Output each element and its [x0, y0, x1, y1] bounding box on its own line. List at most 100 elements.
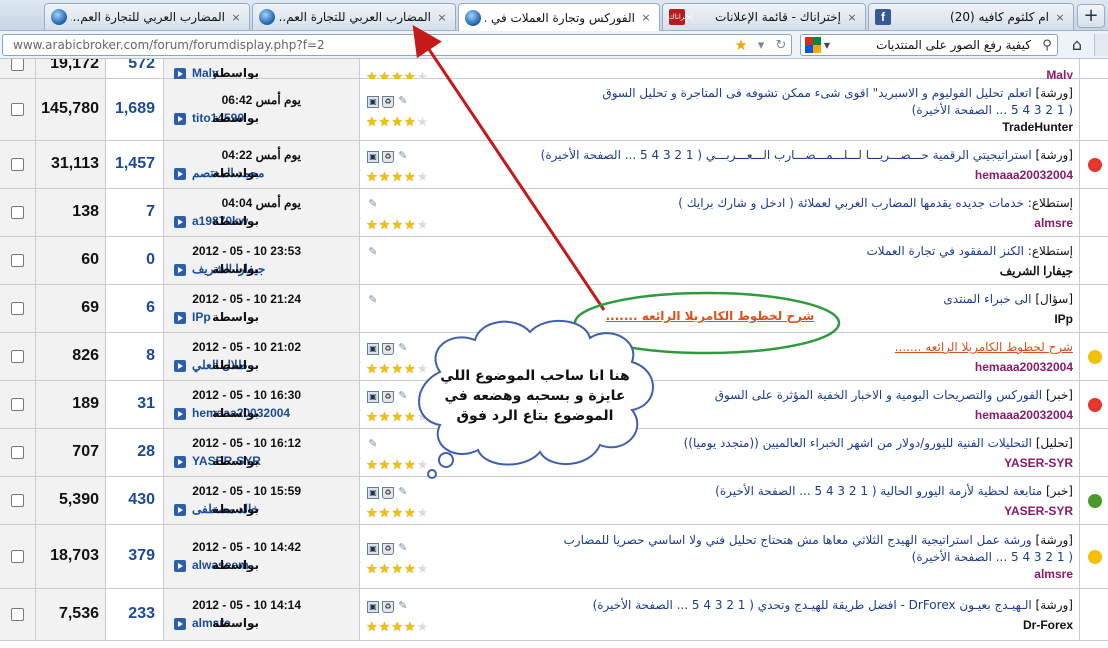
chevron-down-icon[interactable]: ▼ [821, 41, 833, 50]
close-icon[interactable]: × [435, 11, 449, 24]
go-to-last-post-icon[interactable] [174, 312, 186, 324]
replies-cell: 1,689 [106, 79, 164, 140]
replies-count[interactable]: 572 [128, 59, 155, 73]
thread-row: 19,172 572 Maly بواسطة ✎ ★★★★★ Maly [0, 59, 1108, 84]
select-checkbox[interactable] [11, 206, 24, 219]
replies-count[interactable]: 7 [146, 203, 155, 221]
thread-title-link[interactable]: الـهيـدج بعيـون DrForex - افضل طريقة لله… [593, 598, 1032, 612]
search-bar[interactable]: ▼ كيفية رفع الصور على المنتديات ⚲ [800, 34, 1058, 56]
thread-author[interactable]: Dr-Forex [1023, 618, 1073, 632]
star-icon: ★ [391, 620, 403, 635]
thread-author[interactable]: YASER-SYR [1004, 456, 1073, 470]
checkbox-cell [0, 285, 36, 332]
replies-count[interactable]: 8 [146, 347, 155, 365]
views-count: 138 [72, 203, 99, 220]
close-icon[interactable]: × [1053, 11, 1067, 24]
star-icon: ★ [403, 410, 416, 425]
select-checkbox[interactable] [11, 398, 24, 411]
thread-title-link[interactable]: متابعة لحظية لأزمة اليورو الحالية ( 1 2 … [715, 484, 1042, 498]
checkbox-cell [0, 333, 36, 380]
replies-count[interactable]: 0 [146, 251, 155, 269]
views-count: 826 [72, 347, 99, 364]
close-icon[interactable]: × [639, 11, 653, 24]
close-icon[interactable]: × [845, 11, 859, 24]
thread-title-link[interactable]: الكنز المفقود في تجارة العملات [866, 244, 1023, 258]
thread-title-link[interactable]: استراتيجيتي الرقمية حـــصـــريـــا لـــل… [541, 148, 1032, 162]
browser-tab-4[interactable]: إختراناك إختراناك - قائمة الإعلانات × [662, 3, 866, 30]
replies-count[interactable]: 6 [146, 299, 155, 317]
browser-tab-2[interactable]: المضارب العربي للتجارة العم... × [252, 3, 456, 30]
replies-count[interactable]: 1,689 [115, 100, 155, 118]
go-to-last-post-icon[interactable] [174, 504, 186, 516]
thread-author[interactable]: TradeHunter [1002, 120, 1073, 134]
select-checkbox[interactable] [11, 158, 24, 171]
thread-author[interactable]: جيفارا الشريف [1000, 264, 1073, 278]
browser-tab-3-active[interactable]: الفوركس وتجارة العملات في ... × [458, 3, 660, 31]
browser-tab-5[interactable]: f ام كلثوم كافيه (20) × [868, 3, 1074, 30]
select-checkbox[interactable] [11, 254, 24, 267]
thread-pages[interactable]: ( 1 2 3 4 5 ... الصفحة الأخيرة) [912, 550, 1073, 564]
thread-title-link[interactable]: ورشة عمل استراتيجية الهيدج الثلاثي معاها… [564, 533, 1032, 547]
select-checkbox[interactable] [11, 608, 24, 621]
replies-count[interactable]: 31 [137, 395, 155, 413]
select-checkbox[interactable] [11, 302, 24, 315]
thread-title-link[interactable]: التحليلات الفنية لليورو/دولار من اشهر ال… [684, 436, 1032, 450]
google-icon[interactable] [805, 37, 821, 53]
thread-icons: ▣ ♻ ✎ [367, 389, 409, 403]
replies-count[interactable]: 1,457 [115, 155, 155, 173]
go-to-last-post-icon[interactable] [174, 360, 186, 372]
search-icon[interactable]: ⚲ [1037, 38, 1057, 53]
thread-author[interactable]: hemaaa20032004 [975, 360, 1073, 374]
thread-author[interactable]: hemaaa20032004 [975, 168, 1073, 182]
thread-icons: ✎ [367, 438, 379, 451]
home-icon[interactable]: ⌂ [1064, 34, 1090, 56]
thread-author[interactable]: almsre [1034, 567, 1073, 581]
select-checkbox[interactable] [11, 550, 24, 563]
go-to-last-post-icon[interactable] [174, 113, 186, 125]
thread-title-line: [ورشة] اتعلم تحليل الفوليوم و الاسبريد" … [602, 86, 1073, 100]
thread-title-link[interactable]: الفوركس والتصريحات اليومية و الاخبار الخ… [715, 388, 1042, 402]
replies-count[interactable]: 233 [128, 605, 155, 623]
close-icon[interactable]: × [229, 11, 243, 24]
go-to-last-post-icon[interactable] [174, 618, 186, 630]
bookmark-star-icon[interactable]: ★ [731, 36, 751, 54]
go-to-last-post-icon[interactable] [174, 560, 186, 572]
select-checkbox[interactable] [11, 103, 24, 116]
thread-author[interactable]: hemaaa20032004 [975, 408, 1073, 422]
thread-author[interactable]: YASER-SYR [1004, 504, 1073, 518]
rating-stars: ★ ★ ★ ★ ★ [366, 219, 428, 232]
url-text[interactable]: www.arabicbroker.com/forum/forumdisplay.… [3, 38, 731, 52]
document-icon: ▣ [367, 96, 379, 108]
browser-tab-1[interactable]: المضارب العربي للتجارة العم... × [44, 3, 250, 30]
last-post-user[interactable]: IPp [192, 310, 211, 324]
thread-title-link[interactable]: شرح لخطوط الكامريلا الرائعه ....... [895, 340, 1073, 354]
replies-count[interactable]: 379 [128, 547, 155, 565]
paperclip-icon: ✎ [398, 389, 408, 402]
select-checkbox[interactable] [11, 59, 24, 71]
address-bar[interactable]: www.arabicbroker.com/forum/forumdisplay.… [2, 34, 792, 56]
select-checkbox[interactable] [11, 446, 24, 459]
go-to-last-post-icon[interactable] [174, 408, 186, 420]
reload-icon[interactable]: ↻ [771, 38, 791, 53]
scrollbar[interactable] [1094, 34, 1108, 56]
thread-author[interactable]: almsre [1034, 216, 1073, 230]
search-input[interactable]: كيفية رفع الصور على المنتديات [833, 38, 1037, 52]
thread-pages[interactable]: ( 1 2 3 4 5 ... الصفحة الأخيرة) [912, 103, 1073, 117]
thread-title-link[interactable]: اتعلم تحليل الفوليوم و الاسبريد" اقوى شى… [602, 86, 1031, 100]
select-checkbox[interactable] [11, 494, 24, 507]
go-to-last-post-icon[interactable] [174, 456, 186, 468]
go-to-last-post-icon[interactable] [174, 264, 186, 276]
replies-count[interactable]: 430 [128, 491, 155, 509]
thread-title-link[interactable]: خدمات جديده يقدمها المضارب العربي لعملائ… [678, 196, 1024, 210]
star-icon: ★ [366, 620, 378, 635]
dropdown-arrow-icon[interactable]: ▾ [751, 38, 771, 53]
thread-author[interactable]: IPp [1054, 312, 1073, 326]
replies-count[interactable]: 28 [137, 443, 155, 461]
go-to-last-post-icon[interactable] [174, 216, 186, 228]
thread-title-link[interactable]: الى خبراء المنتدى [943, 292, 1031, 306]
new-tab-button[interactable]: + [1077, 4, 1105, 28]
replies-cell: 28 [106, 429, 164, 476]
go-to-last-post-icon[interactable] [174, 168, 186, 180]
select-checkbox[interactable] [11, 350, 24, 363]
last-post-time: 2012 - 05 - 10 21:02 [192, 340, 301, 354]
